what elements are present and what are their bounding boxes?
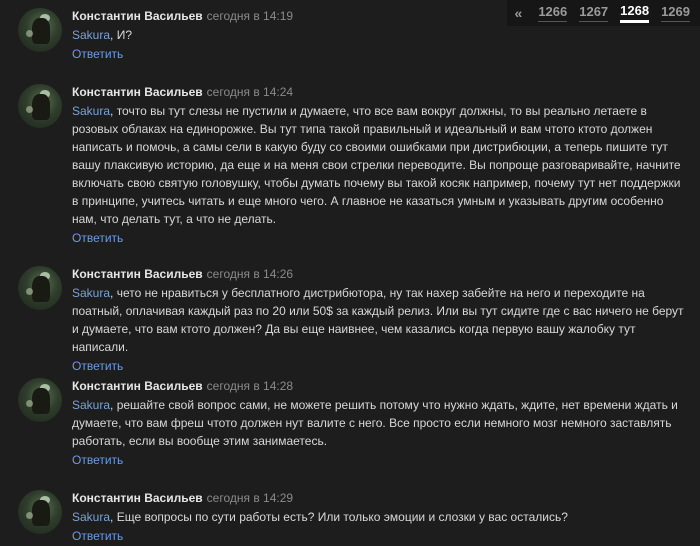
comment-time: сегодня в 14:24 [206,85,294,99]
reply-button[interactable]: Ответить [72,358,123,374]
avatar[interactable] [18,490,62,534]
reply-button[interactable]: Ответить [72,528,123,544]
mention-link[interactable]: Sakura [72,510,110,524]
comment-author[interactable]: Константин Васильев [72,379,203,393]
avatar[interactable] [18,378,62,422]
comment-text: Sakura, решайте свой вопрос сами, не мож… [72,396,686,450]
mention-link[interactable]: Sakura [72,398,110,412]
comment-time: сегодня в 14:26 [206,267,294,281]
avatar[interactable] [18,266,62,310]
comment-text: Sakura, Еще вопросы по сути работы есть?… [72,508,686,526]
mention-link[interactable]: Sakura [72,286,110,300]
reply-button[interactable]: Ответить [72,230,123,246]
avatar[interactable] [18,84,62,128]
reply-button[interactable]: Ответить [72,452,123,468]
comments-page: « 1266 1267 1268 1269 Константин Василье… [0,0,700,546]
comment-text-body: , И? [110,28,132,42]
comment-text-body: , чето не нравиться у бесплатного дистри… [72,286,684,354]
comment-time: сегодня в 14:28 [206,379,294,393]
comment-author[interactable]: Константин Васильев [72,9,203,23]
comment-time: сегодня в 14:19 [206,9,294,23]
reply-button[interactable]: Ответить [72,46,123,62]
mention-link[interactable]: Sakura [72,28,110,42]
comment-text-body: , точто вы тут слезы не пустили и думает… [72,104,681,226]
comment-text: Sakura, И? [72,26,686,44]
comment-text: Sakura, точто вы тут слезы не пустили и … [72,102,686,228]
comment-text-body: , решайте свой вопрос сами, не можете ре… [72,398,678,448]
mention-link[interactable]: Sakura [72,104,110,118]
comment-time: сегодня в 14:29 [206,491,294,505]
comment-author[interactable]: Константин Васильев [72,267,203,281]
comment-author[interactable]: Константин Васильев [72,85,203,99]
comment-text-body: , Еще вопросы по сути работы есть? Или т… [110,510,568,524]
comment-text: Sakura, чето не нравиться у бесплатного … [72,284,686,356]
comment-author[interactable]: Константин Васильев [72,491,203,505]
avatar[interactable] [18,8,62,52]
